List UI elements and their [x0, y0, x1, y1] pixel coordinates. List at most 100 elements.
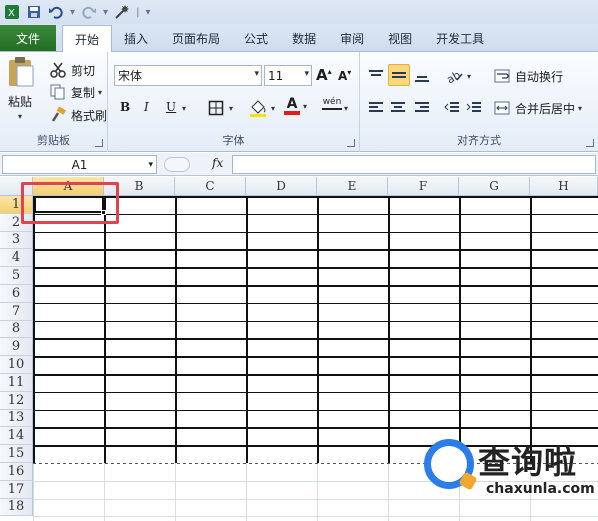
- merge-center-label: 合并后居中: [515, 101, 576, 116]
- grid-border-horizontal: [33, 302, 598, 305]
- align-top-button[interactable]: [366, 66, 386, 86]
- orientation-button[interactable]: ab ▾: [444, 66, 471, 86]
- increase-indent-icon: [464, 98, 484, 118]
- grid-border-horizontal: [33, 391, 598, 394]
- underline-button[interactable]: U: [166, 100, 176, 114]
- align-middle-icon: [389, 65, 409, 85]
- paste-button[interactable]: 粘贴 ▾: [6, 56, 34, 121]
- row-header-12[interactable]: 12: [0, 391, 33, 410]
- column-header-h[interactable]: H: [530, 177, 598, 196]
- tab-home[interactable]: 开始: [62, 25, 113, 52]
- fx-icon[interactable]: fx: [212, 156, 223, 170]
- row-header-6[interactable]: 6: [0, 285, 33, 303]
- column-header-f[interactable]: F: [388, 177, 459, 196]
- phonetic-dropdown-icon[interactable]: ▾: [344, 104, 348, 113]
- row-header-18[interactable]: 18: [0, 498, 33, 517]
- row-header-16[interactable]: 16: [0, 463, 33, 481]
- column-header-e[interactable]: E: [317, 177, 388, 196]
- grid-border-vertical: [317, 196, 319, 463]
- column-header-c[interactable]: C: [175, 177, 246, 196]
- align-left-button[interactable]: [366, 98, 386, 118]
- fill-color-button[interactable]: ▾: [248, 98, 275, 118]
- row-header-15[interactable]: 15: [0, 445, 33, 463]
- align-middle-button[interactable]: [388, 64, 410, 86]
- column-header-g[interactable]: G: [459, 177, 530, 196]
- paint-bucket-icon: [248, 98, 268, 118]
- customize-qat-icon[interactable]: ▾: [145, 7, 150, 18]
- font-color-dropdown-icon: ▾: [303, 101, 308, 111]
- row-header-10[interactable]: 10: [0, 356, 33, 374]
- grid-border-horizontal: [33, 374, 598, 376]
- format-painter-button[interactable]: 格式刷: [48, 105, 107, 125]
- undo-icon[interactable]: [48, 4, 64, 20]
- grid-border-vertical: [246, 196, 248, 463]
- column-header-d[interactable]: D: [246, 177, 317, 196]
- italic-button[interactable]: I: [144, 100, 149, 114]
- magic-tool-icon[interactable]: [114, 4, 130, 20]
- tab-developer[interactable]: 开发工具: [424, 25, 496, 51]
- group-alignment: ab ▾ 自动换行 合并后居中 ▾ 对齐方式: [360, 52, 598, 152]
- row-header-5[interactable]: 5: [0, 267, 33, 285]
- grow-font-button[interactable]: A▴: [316, 66, 332, 84]
- wrap-text-button[interactable]: 自动换行: [492, 66, 563, 86]
- undo-dropdown-icon[interactable]: ▾: [70, 7, 75, 18]
- tab-view[interactable]: 视图: [376, 25, 424, 51]
- row-header-8[interactable]: 8: [0, 320, 33, 339]
- grid-border-vertical: [459, 196, 461, 463]
- decrease-indent-button[interactable]: [442, 98, 462, 118]
- font-name-select[interactable]: 宋体 ▾: [114, 65, 262, 86]
- align-bottom-icon: [412, 66, 432, 86]
- phonetic-button[interactable]: wén: [322, 98, 342, 110]
- borders-button[interactable]: ▾: [206, 98, 233, 118]
- align-center-button[interactable]: [388, 98, 408, 118]
- tab-insert[interactable]: 插入: [112, 25, 160, 51]
- row-header-13[interactable]: 13: [0, 409, 33, 428]
- paste-label: 粘贴: [7, 95, 32, 109]
- tab-review[interactable]: 审阅: [328, 25, 376, 51]
- save-icon[interactable]: [26, 4, 42, 20]
- tab-formulas[interactable]: 公式: [232, 25, 280, 51]
- row-header-4[interactable]: 4: [0, 249, 33, 268]
- redo-dropdown-icon[interactable]: ▾: [103, 7, 108, 18]
- font-size-select[interactable]: 11 ▾: [264, 65, 312, 86]
- underline-dropdown-icon[interactable]: ▾: [182, 104, 186, 113]
- formula-input[interactable]: [232, 155, 596, 174]
- grid-border-vertical: [530, 196, 532, 463]
- alignment-launcher-icon[interactable]: [586, 139, 594, 147]
- name-box[interactable]: A1 ▾: [2, 155, 157, 174]
- row-header-9[interactable]: 9: [0, 338, 33, 357]
- row-header-17[interactable]: 17: [0, 480, 33, 499]
- wrap-text-label: 自动换行: [515, 69, 564, 84]
- font-color-button[interactable]: A ▾: [284, 97, 307, 115]
- formula-bar-resize-icon[interactable]: [164, 157, 190, 172]
- align-bottom-button[interactable]: [412, 66, 432, 86]
- cut-button[interactable]: 剪切: [48, 60, 95, 80]
- redo-icon[interactable]: [81, 4, 97, 20]
- borders-icon: [206, 98, 226, 118]
- font-name-dropdown-icon: ▾: [254, 69, 259, 79]
- font-launcher-icon[interactable]: [347, 139, 355, 147]
- clipboard-launcher-icon[interactable]: [95, 139, 103, 147]
- grid-border-vertical: [175, 196, 177, 463]
- svg-text:X: X: [8, 8, 15, 19]
- tab-page-layout[interactable]: 页面布局: [160, 25, 232, 51]
- copy-button[interactable]: 复制 ▾: [48, 82, 102, 102]
- tab-data[interactable]: 数据: [280, 25, 328, 51]
- grid-border-horizontal: [33, 356, 598, 358]
- row-header-3[interactable]: 3: [0, 231, 33, 250]
- tab-file[interactable]: 文件: [0, 25, 56, 51]
- merge-center-button[interactable]: 合并后居中 ▾: [492, 98, 582, 118]
- bold-button[interactable]: B: [120, 100, 130, 114]
- row-header-14[interactable]: 14: [0, 427, 33, 446]
- shrink-font-button[interactable]: A▾: [338, 68, 351, 83]
- increase-indent-button[interactable]: [464, 98, 484, 118]
- ribbon-home: 粘贴 ▾ 剪切 复制 ▾ 格式刷 剪贴板 宋体 ▾ 11 ▾ A▴ A▾ B I…: [0, 52, 598, 152]
- row-header-7[interactable]: 7: [0, 302, 33, 321]
- gridline-vertical: [246, 463, 247, 521]
- font-size-dropdown-icon: ▾: [304, 69, 309, 79]
- align-right-button[interactable]: [412, 98, 432, 118]
- row-header-11[interactable]: 11: [0, 374, 33, 392]
- gridline-vertical: [175, 463, 176, 521]
- merge-center-dropdown-icon: ▾: [578, 103, 583, 113]
- gridline-vertical: [317, 463, 318, 521]
